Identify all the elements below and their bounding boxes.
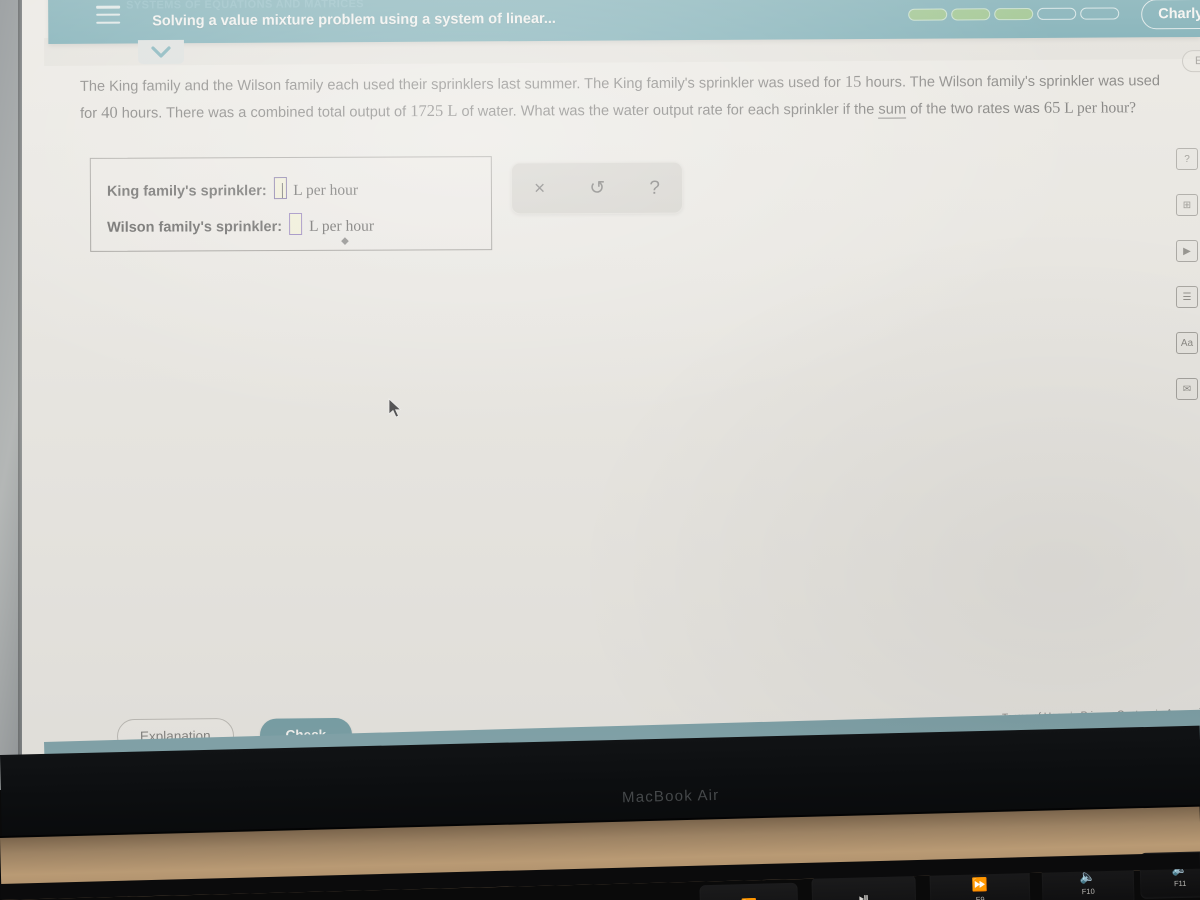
resize-handle[interactable]: ◆ — [341, 236, 349, 247]
collapse-panel-toggle[interactable] — [137, 39, 185, 65]
progress-segment-1 — [908, 8, 948, 21]
function-key-label: F11 — [1173, 878, 1187, 889]
help-bell-icon[interactable]: ? — [1176, 148, 1198, 170]
function-key-glyph: ⏯ — [858, 889, 870, 900]
help-icon[interactable]: ? — [649, 177, 660, 198]
function-key-glyph: ⏩ — [971, 876, 989, 893]
calculator-icon[interactable]: ⊞ — [1176, 194, 1198, 216]
answer-row-wilson: Wilson family's sprinkler: L per hour — [107, 212, 375, 237]
progress-segment-4 — [1037, 7, 1077, 20]
tool-rail: ? ⊞ ▶ ☰ Aa ✉ — [1174, 148, 1200, 424]
progress-segment-5 — [1080, 7, 1120, 20]
mail-icon[interactable]: ✉ — [1176, 378, 1198, 400]
app-header: SYSTEMS OF EQUATIONS AND MATRICES Solvin… — [48, 0, 1200, 44]
question-text: The King family and the Wilson family ea… — [80, 67, 1170, 127]
progress-segment-2 — [951, 8, 991, 21]
function-key-label: F10 — [1081, 886, 1095, 897]
king-label: King family's sprinkler: — [106, 183, 267, 200]
math-toolbar: × ↺? — [510, 161, 684, 215]
question-part-4: hours. There was a combined total output… — [117, 104, 411, 122]
king-unit-label: L per hour — [293, 181, 359, 199]
clear-icon[interactable]: × — [534, 178, 545, 199]
laptop-photo: SYSTEMS OF EQUATIONS AND MATRICES Solvin… — [0, 0, 1200, 900]
hamburger-icon[interactable] — [96, 5, 121, 24]
user-menu[interactable]: Charly ⌄ — [1141, 0, 1200, 30]
answer-panel: King family's sprinkler: L per hour Wils… — [89, 156, 493, 252]
text-aa-icon[interactable]: Aa — [1176, 332, 1198, 354]
mouse-cursor — [388, 398, 402, 418]
function-key-label: F9 — [975, 894, 985, 900]
king-rate-input[interactable] — [273, 177, 287, 200]
video-icon[interactable]: ▶ — [1176, 240, 1198, 262]
breadcrumb: SYSTEMS OF EQUATIONS AND MATRICES — [126, 0, 365, 12]
progress-segment-3 — [994, 7, 1034, 21]
question-part-2: hours. The Wilson family's sprinkler — [861, 73, 1095, 91]
question-part-5: of water. What was the water output rate… — [457, 101, 879, 120]
progress-bar — [908, 7, 1120, 21]
wilson-unit-label: L per hour — [309, 217, 375, 235]
wilson-rate-input[interactable] — [289, 212, 303, 236]
reference-icon[interactable]: ☰ — [1176, 286, 1198, 308]
sum-glossary-link[interactable]: sum — [878, 101, 907, 119]
text-caret — [281, 183, 284, 199]
wilson-hours-value: 40 — [101, 102, 118, 122]
undo-icon[interactable]: ↺ — [589, 177, 605, 198]
page-title: Solving a value mixture problem using a … — [152, 10, 556, 30]
language-toggle-button[interactable]: Español — [1181, 49, 1200, 73]
question-part-7: L per hour? — [1060, 99, 1137, 117]
question-part-6: of the two rates was — [905, 100, 1040, 118]
device-label: MacBook Air — [621, 786, 720, 807]
function-key-1[interactable]: ⏪ — [699, 882, 799, 900]
user-name: Charly — [1158, 5, 1200, 23]
chevron-down-icon — [151, 46, 171, 58]
total-output-value: 1725 — [410, 100, 444, 121]
function-key-glyph: 🔈 — [1079, 868, 1097, 885]
king-hours-value: 15 — [844, 71, 862, 91]
function-key-2[interactable]: ⏯ — [811, 874, 917, 900]
answer-row-king: King family's sprinkler: L per hour — [107, 177, 358, 201]
unit-liters: L — [447, 100, 458, 120]
wilson-label: Wilson family's sprinkler: — [107, 219, 283, 236]
browser-viewport: SYSTEMS OF EQUATIONS AND MATRICES Solvin… — [22, 0, 1200, 762]
question-part-1: The King family and the Wilson family ea… — [79, 74, 845, 95]
sum-rate-value: 65 — [1043, 97, 1061, 117]
